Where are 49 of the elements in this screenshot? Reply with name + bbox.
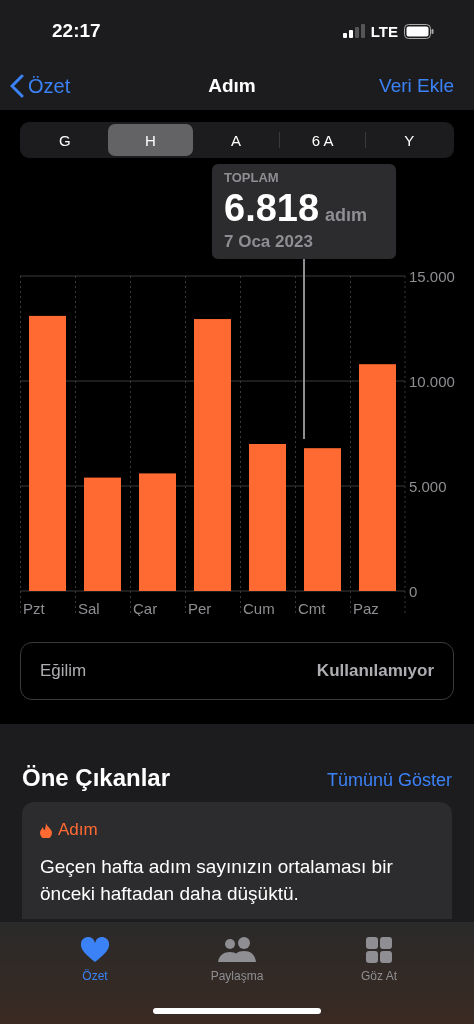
battery-icon xyxy=(404,23,434,39)
back-link[interactable]: Özet xyxy=(10,74,71,98)
tab-bar-item[interactable]: Göz At xyxy=(324,936,434,990)
tab-bar-item[interactable]: Özet xyxy=(40,936,150,990)
step-bar[interactable] xyxy=(304,448,341,591)
tooltip-title: TOPLAM xyxy=(224,170,280,185)
section-title: Öne Çıkanlar xyxy=(22,764,171,792)
show-all-link[interactable]: Tümünü Göster xyxy=(326,770,452,791)
tab-bar-item[interactable]: Paylaşma xyxy=(182,936,292,990)
period-segment[interactable]: G xyxy=(22,124,108,156)
heart-icon xyxy=(80,937,110,963)
x-axis-label: Sal xyxy=(78,600,100,616)
signal-icon xyxy=(342,24,365,38)
x-axis-label: Cmt xyxy=(298,600,326,616)
tooltip-date: 7 Oca 2023 xyxy=(224,232,314,252)
card-category: Adım xyxy=(58,820,98,840)
period-segment[interactable]: A xyxy=(193,124,279,156)
period-segment[interactable]: 6 A xyxy=(279,124,366,156)
add-data-link[interactable]: Veri Ekle xyxy=(379,75,454,97)
card-text: Geçen hafta adım sayınızın ortalaması bir önceki haftadan daha düşüktü. xyxy=(40,855,394,906)
step-bar[interactable] xyxy=(194,319,231,591)
x-axis-label: Paz xyxy=(353,600,379,616)
tooltip-value: 6.818 xyxy=(224,187,320,230)
x-axis-label: Cum xyxy=(243,600,275,616)
network-label: LTE xyxy=(370,22,398,40)
x-axis-label: Per xyxy=(188,600,212,616)
grid-icon xyxy=(366,937,392,963)
y-axis-label: 15.000 xyxy=(409,268,455,285)
trend-row[interactable]: Eğilim Kullanılamıyor xyxy=(20,642,454,700)
y-axis-label: 10.000 xyxy=(409,373,455,390)
tooltip-unit: adım xyxy=(325,205,368,226)
y-axis-label: 5.000 xyxy=(409,478,447,495)
x-axis-label: Pzt xyxy=(23,600,45,616)
step-bar[interactable] xyxy=(29,315,66,591)
flame-icon xyxy=(40,822,52,838)
step-bar[interactable] xyxy=(139,473,176,591)
step-bar[interactable] xyxy=(249,444,286,591)
step-bar[interactable] xyxy=(359,364,396,591)
period-segment[interactable]: Y xyxy=(366,124,452,156)
step-bar[interactable] xyxy=(84,477,121,591)
trend-label: Eğilim xyxy=(40,661,87,681)
status-time: 22:17 xyxy=(52,20,101,42)
period-segment[interactable]: H xyxy=(107,124,194,156)
chevron-left-icon xyxy=(10,74,24,98)
highlight-card[interactable]: Adım Geçen hafta adım sayınızın ortalaması bir önceki haftadan daha düşüktü. xyxy=(22,802,452,920)
y-axis-label: 0 xyxy=(409,583,418,600)
people-icon xyxy=(217,937,257,963)
trend-value: Kullanılamıyor xyxy=(316,661,434,681)
page-title: Adım xyxy=(208,75,256,97)
